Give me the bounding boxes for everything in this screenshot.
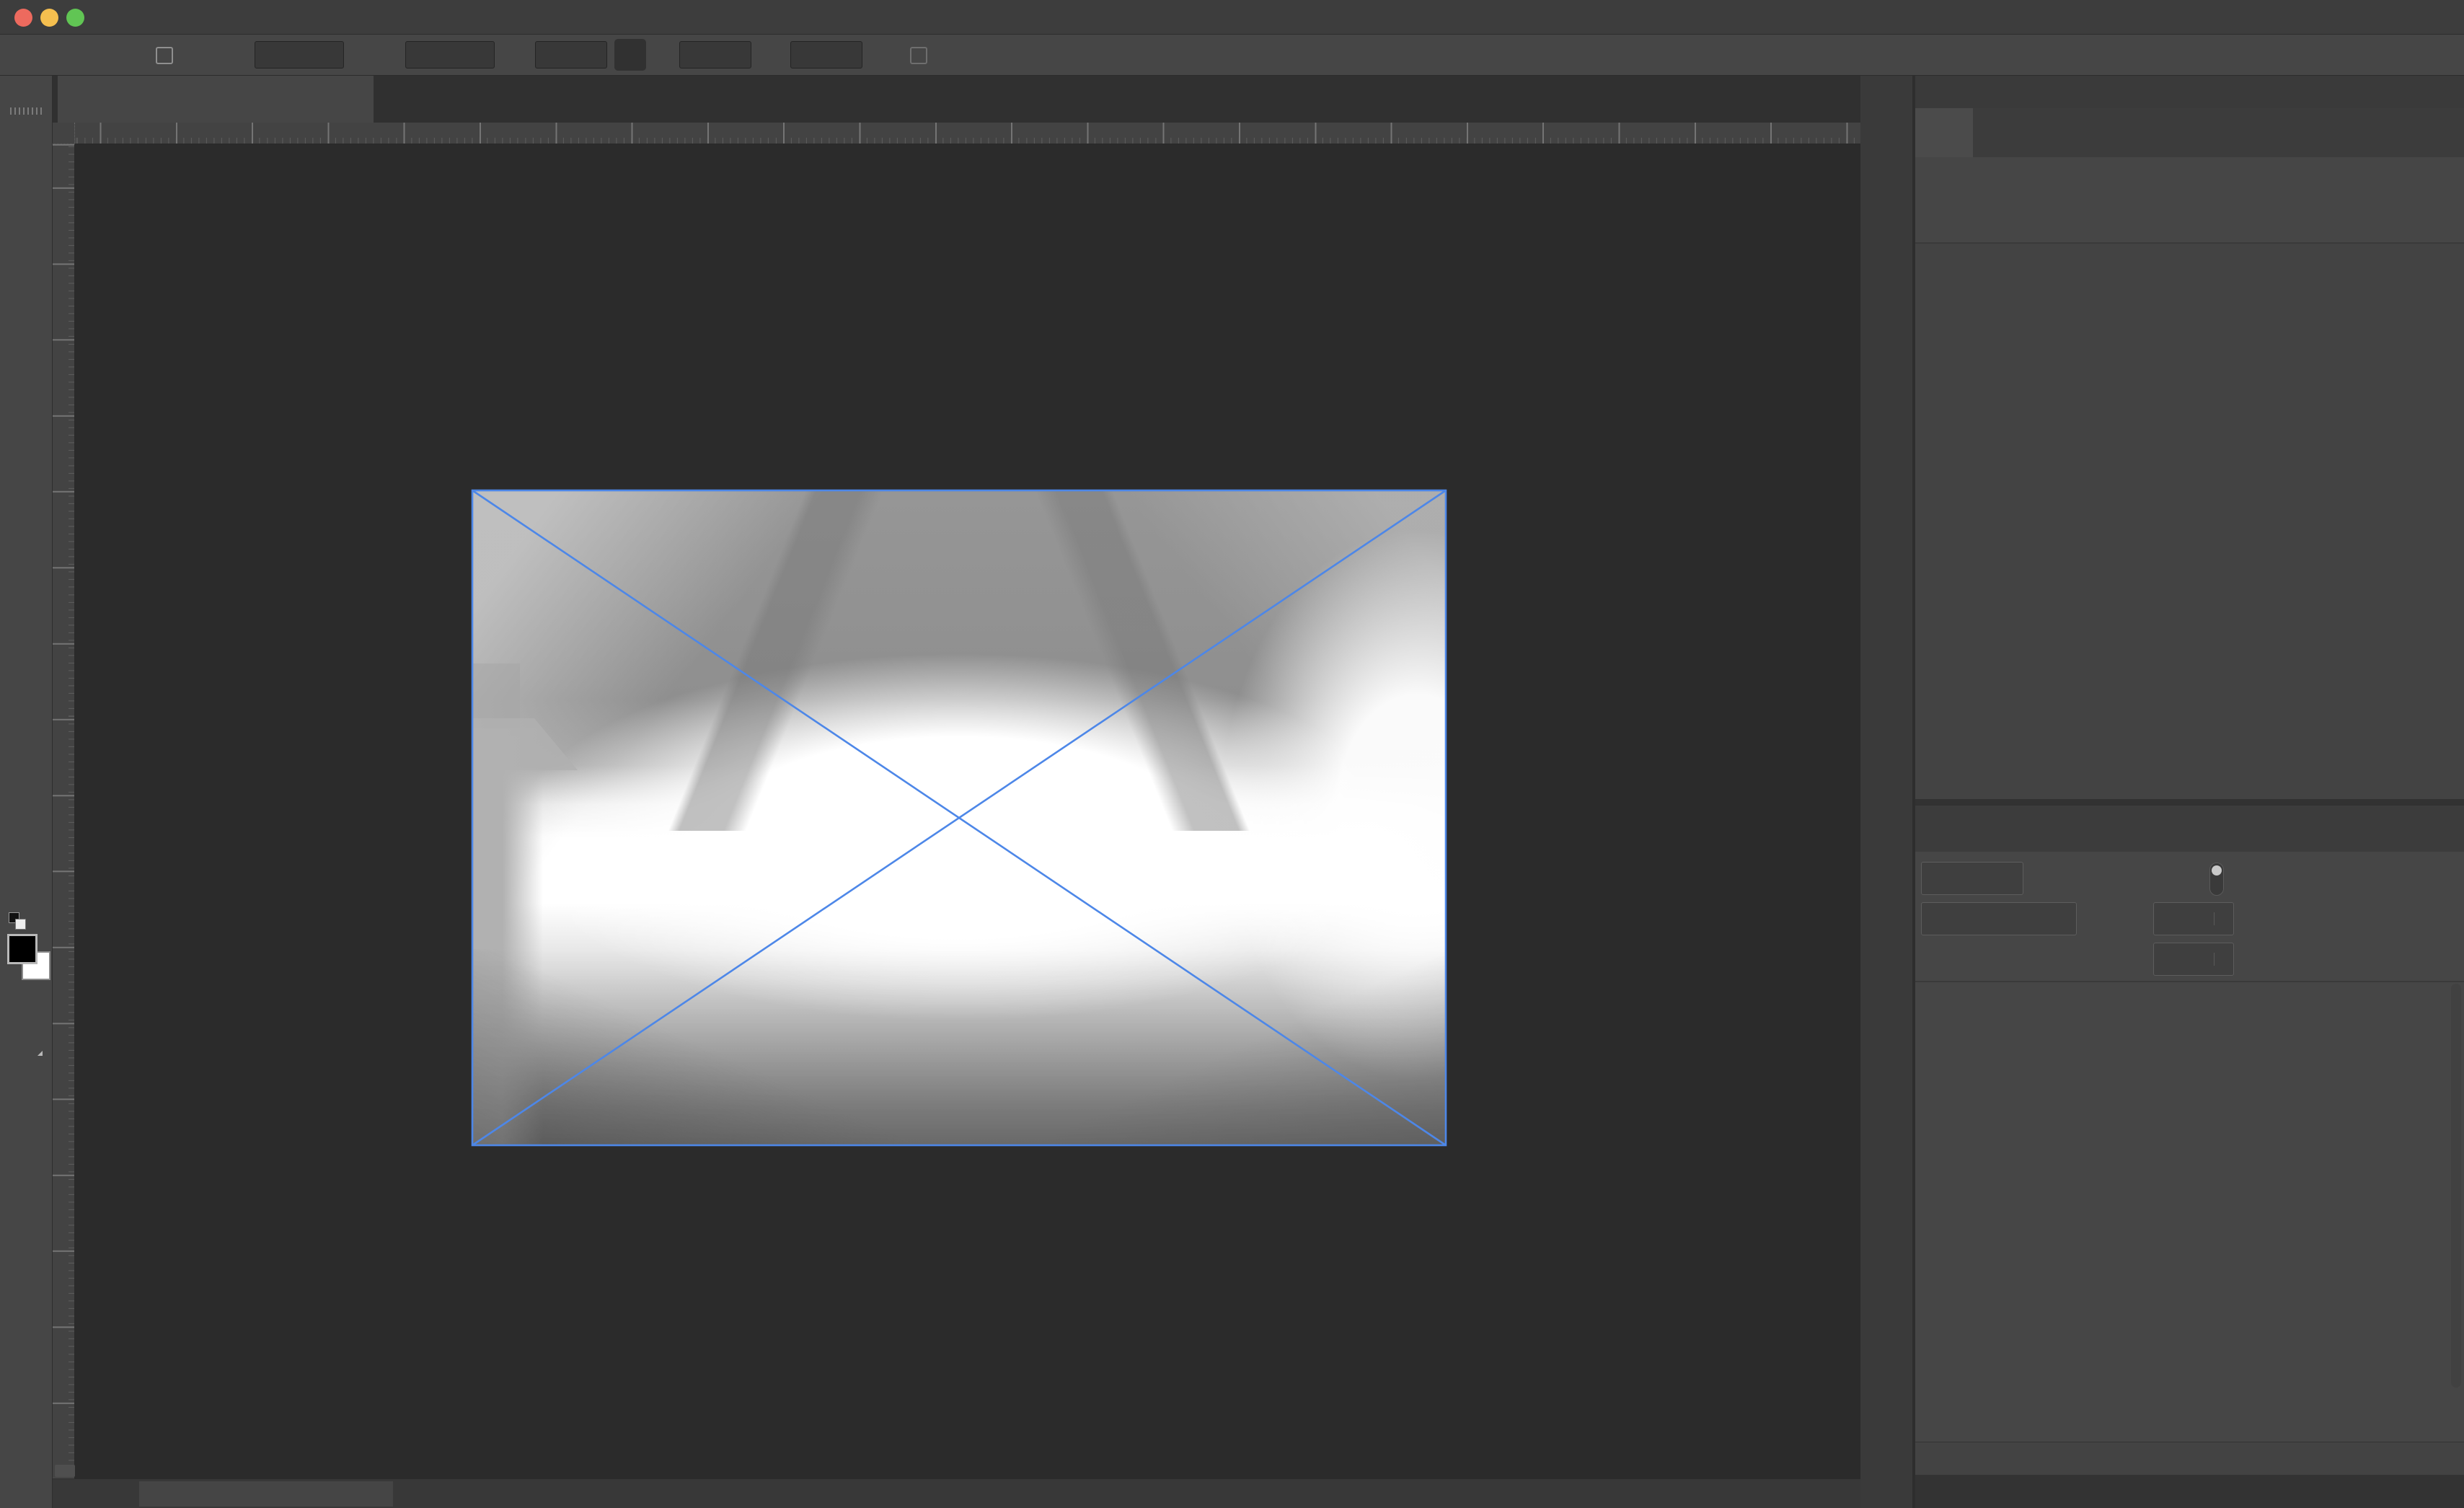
chevron-down-icon <box>2056 912 2070 926</box>
link-dimensions-button[interactable] <box>614 39 646 71</box>
document-tab-bar <box>53 76 1860 123</box>
flyout-indicator <box>37 1051 43 1056</box>
chevron-down-icon <box>2004 871 2018 886</box>
document-info-field[interactable] <box>139 1481 393 1507</box>
x-input[interactable] <box>255 41 344 69</box>
properties-tab-row <box>1915 108 2464 157</box>
layers-scrollbar[interactable] <box>2451 984 2461 1388</box>
tab-info[interactable] <box>1973 108 2035 157</box>
divider <box>1915 981 2464 982</box>
search-icon <box>1928 870 1945 887</box>
warp-mode-icon[interactable] <box>1109 40 1138 69</box>
chevron-down-icon <box>2214 912 2230 925</box>
transform-controls[interactable] <box>472 490 1446 1145</box>
panel-icon-strip <box>1860 108 1912 1508</box>
chevron-down-icon[interactable] <box>2395 48 2411 63</box>
photoshop-window <box>0 0 2464 1508</box>
workspace-icon[interactable] <box>2364 43 2390 67</box>
mini-default-colors[interactable] <box>9 912 27 931</box>
status-bar <box>53 1478 1860 1508</box>
cancel-transform-icon[interactable] <box>1194 42 1220 68</box>
swap-colors-icon[interactable] <box>30 911 49 930</box>
search-icon[interactable] <box>2326 43 2351 67</box>
reference-point-checkbox[interactable] <box>156 47 173 64</box>
reference-point-grid-icon[interactable] <box>193 43 219 69</box>
h-input[interactable] <box>679 41 751 69</box>
horizontal-ruler[interactable] <box>75 123 1860 144</box>
window-title <box>0 0 2464 35</box>
title-bar <box>0 0 2464 35</box>
foreground-color-swatch[interactable] <box>7 934 37 964</box>
w-input[interactable] <box>535 41 607 69</box>
delta-icon[interactable] <box>355 44 376 66</box>
fill-dropdown[interactable] <box>2153 943 2234 976</box>
properties-empty-area <box>1915 244 2464 799</box>
tool-bar <box>0 76 53 1508</box>
chevron-down-icon[interactable] <box>105 48 121 63</box>
filter-toggle-knob <box>2212 865 2222 876</box>
quick-mask-icon[interactable] <box>10 990 42 1019</box>
dock-header <box>1860 76 2464 108</box>
toolbar-grip[interactable] <box>10 107 42 115</box>
properties-panel <box>1915 157 2464 799</box>
scrollbar-corner <box>55 1465 75 1477</box>
angle-input[interactable] <box>790 41 862 69</box>
panel-menu-icon[interactable] <box>2429 816 2453 841</box>
panel-group-gap <box>1915 799 2464 806</box>
tab-properties[interactable] <box>1915 108 1973 157</box>
y-input[interactable] <box>405 41 495 69</box>
panel-menu-icon[interactable] <box>2429 120 2453 145</box>
layer-filter-dropdown[interactable] <box>1921 862 2023 895</box>
move-tool-icon[interactable] <box>79 43 102 66</box>
opacity-dropdown[interactable] <box>2153 902 2234 935</box>
link-icon <box>619 44 641 66</box>
options-bar <box>0 35 2464 76</box>
chevron-down-icon <box>2214 953 2230 966</box>
layers-panel <box>1915 852 2464 1475</box>
share-icon[interactable] <box>2426 41 2452 69</box>
blend-mode-dropdown[interactable] <box>1921 902 2077 935</box>
screen-mode-button[interactable] <box>7 1025 45 1058</box>
antialias-checkbox[interactable] <box>910 47 927 64</box>
commit-transform-icon[interactable] <box>1240 42 1266 68</box>
layers-bottom-bar <box>1915 1442 2464 1475</box>
ruler-origin-box[interactable] <box>53 123 75 144</box>
home-icon[interactable] <box>26 43 50 68</box>
document-tab[interactable] <box>58 76 374 123</box>
layers-tab-row <box>1915 806 2464 852</box>
vertical-ruler[interactable] <box>53 144 75 1478</box>
filter-toggle[interactable] <box>2209 863 2224 896</box>
angle-icon <box>764 44 786 66</box>
